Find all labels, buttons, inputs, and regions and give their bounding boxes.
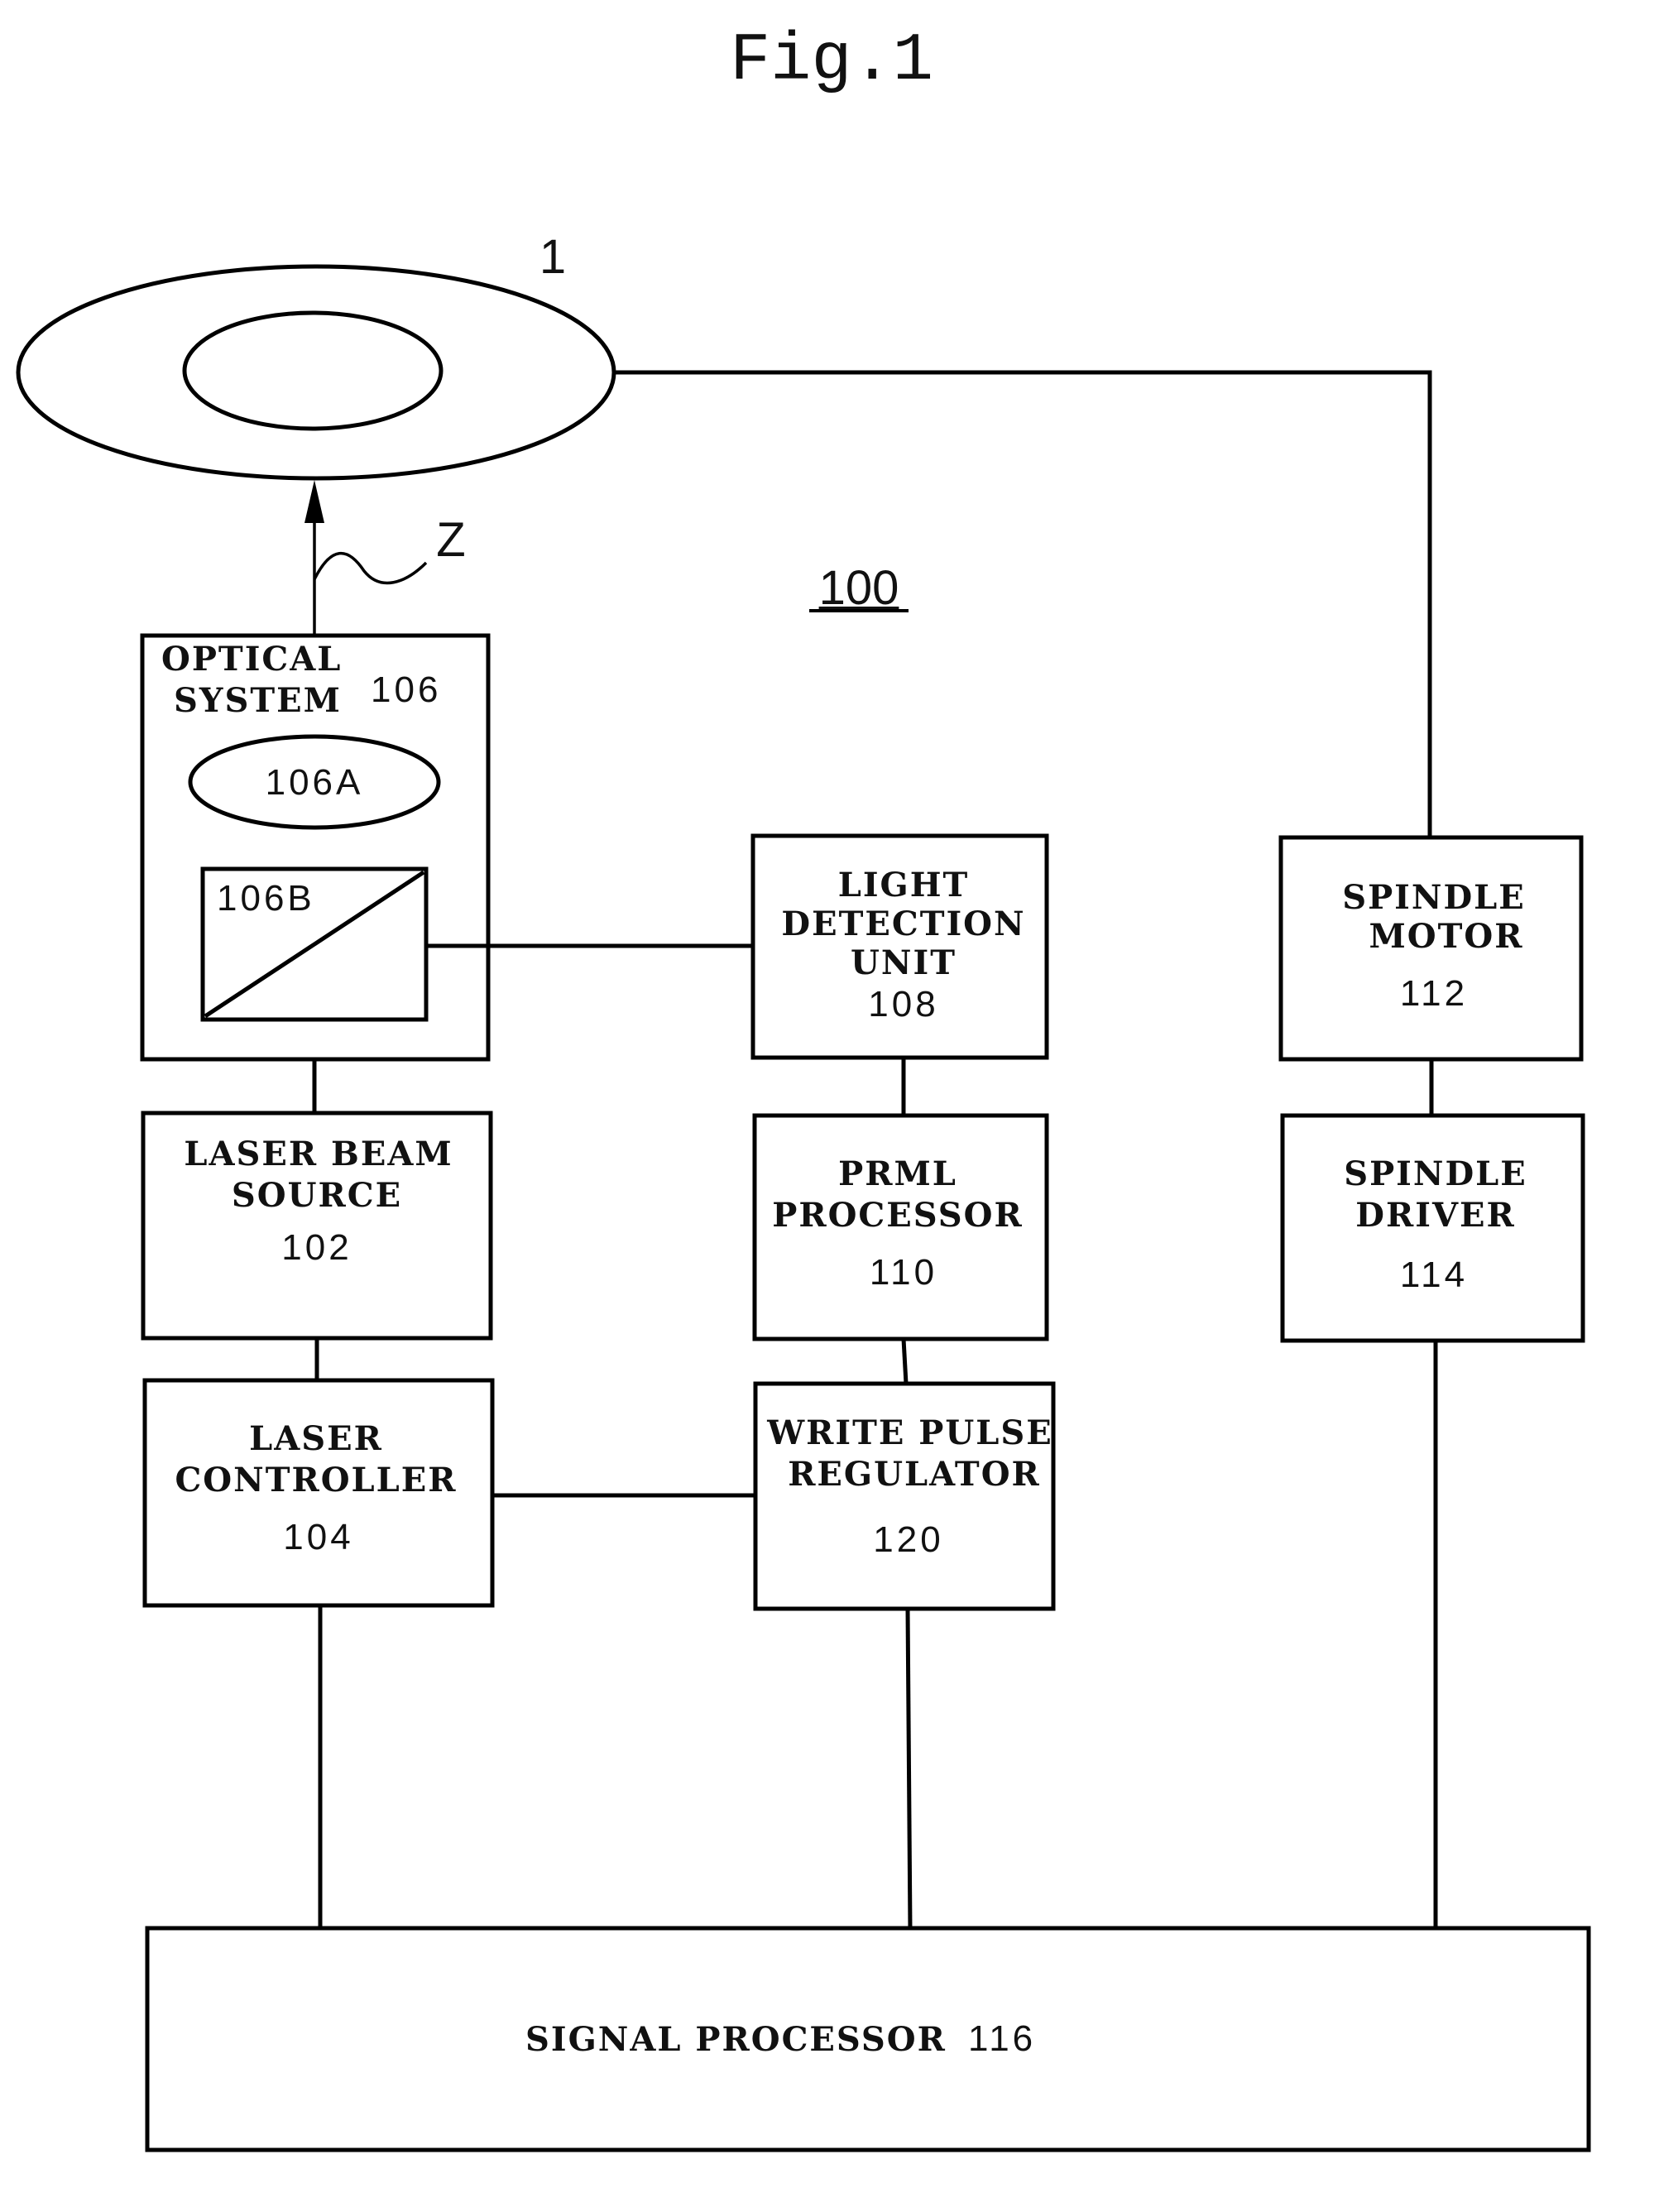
write-pulse-regulator-label-line1: WRITE PULSE (766, 1413, 1053, 1452)
light-detection-label-line1: LIGHT (838, 866, 970, 904)
optical-system-ref: 106 (371, 669, 441, 710)
light-detection-label-line3: UNIT (851, 943, 957, 982)
connector-disc-spindle-motor (614, 370, 1432, 837)
lens-ref: 106A (266, 762, 364, 803)
spindle-driver-label-line1: SPINDLE (1344, 1154, 1527, 1193)
prml-processor-ref: 110 (870, 1252, 937, 1293)
laser-beam-source-label-line1: LASER BEAM (184, 1135, 453, 1173)
block-laser-controller: LASER CONTROLLER 104 (142, 1378, 495, 1608)
laser-beam-source-ref: 102 (281, 1227, 352, 1268)
optical-system-label-line2: SYSTEM (174, 681, 342, 720)
spindle-motor-label-line1: SPINDLE (1342, 878, 1526, 917)
spindle-driver-ref: 114 (1400, 1255, 1468, 1295)
signal-processor-ref: 116 (968, 2018, 1036, 2059)
beam-z-label: Z (436, 513, 465, 567)
optical-system-label-line1: OPTICAL (161, 640, 342, 679)
light-detection-ref: 108 (868, 984, 938, 1024)
block-optical-system: OPTICAL SYSTEM 106 106A 106B (140, 633, 491, 1062)
optical-disc (16, 264, 616, 481)
block-light-detection-unit: LIGHT DETECTION UNIT 108 (750, 833, 1049, 1060)
disc-ref-label: 1 (539, 230, 566, 284)
beam-splitter-ref: 106B (217, 878, 315, 919)
write-pulse-regulator-ref: 120 (873, 1519, 943, 1560)
block-spindle-motor: SPINDLE MOTOR 112 (1278, 835, 1584, 1062)
spindle-driver-label-line2: DRIVER (1355, 1196, 1515, 1235)
connector-write-pulse-signal (905, 1608, 913, 1931)
beam-z-leader (313, 551, 428, 585)
spindle-motor-label-line2: MOTOR (1369, 917, 1524, 956)
laser-controller-ref: 104 (283, 1517, 353, 1557)
light-detection-label-line2: DETECTION (781, 904, 1025, 943)
write-pulse-regulator-label-line2: REGULATOR (788, 1455, 1041, 1494)
figure-title: Fig.1 (730, 22, 933, 99)
prml-processor-label-line1: PRML (838, 1154, 957, 1193)
block-spindle-driver: SPINDLE DRIVER 114 (1280, 1113, 1585, 1343)
laser-controller-label-line2: CONTROLLER (175, 1461, 457, 1499)
arrow-up-icon (304, 480, 324, 523)
laser-beam-source-label-line2: SOURCE (232, 1176, 402, 1215)
block-diagram: Fig.1 1 Z 100 OPTICAL SYSTEM 106 106A 10… (16, 22, 1591, 2152)
block-write-pulse-regulator: WRITE PULSE REGULATOR 120 (753, 1381, 1056, 1611)
connector-prml-write-pulse (901, 1338, 909, 1384)
disc-inner-ellipse (182, 310, 444, 431)
block-laser-beam-source: LASER BEAM SOURCE 102 (141, 1111, 493, 1341)
prml-processor-label-line2: PROCESSOR (772, 1196, 1023, 1235)
spindle-motor-ref: 112 (1400, 973, 1468, 1014)
laser-controller-label-line1: LASER (249, 1419, 383, 1458)
system-ref-label: 100 (819, 561, 899, 615)
block-prml-processor: PRML PROCESSOR 110 (752, 1113, 1049, 1341)
signal-processor-label: SIGNAL PROCESSOR (525, 2020, 947, 2059)
block-signal-processor: SIGNAL PROCESSOR 116 (145, 1926, 1591, 2152)
